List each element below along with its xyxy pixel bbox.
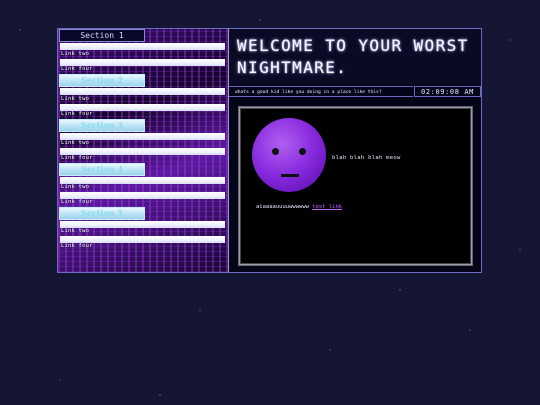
content-box: blah blah blah meow aiaaaauuuuwwwwww tes…: [239, 107, 472, 265]
section-2-header[interactable]: Section 2: [60, 75, 144, 86]
section-4-link-four[interactable]: Link four: [61, 199, 93, 206]
header-banner: WELCOME TO YOUR WORST NIGHTMARE.: [229, 29, 481, 85]
section-5-link-four[interactable]: Link four: [61, 243, 93, 250]
left-eye: [272, 148, 279, 155]
sidebar-nav: Section 1 Link two Link four Section 2 L…: [57, 28, 228, 273]
page-title: WELCOME TO YOUR WORST NIGHTMARE.: [237, 36, 469, 77]
link-bar-2a: [60, 88, 225, 95]
mouth: [281, 174, 299, 177]
link-bar-2b: [60, 104, 225, 111]
section-5-header[interactable]: Section 5: [60, 208, 144, 219]
section-3-header[interactable]: Section 3: [60, 120, 144, 131]
right-eye: [299, 148, 306, 155]
link-bar-1b: [60, 59, 225, 66]
scream-text: aiaaaauuuuwwwwww: [256, 204, 309, 210]
section-3-link-two[interactable]: Link two: [61, 140, 89, 147]
section-3-link-four[interactable]: Link four: [61, 155, 93, 162]
section-1-link-two[interactable]: Link two: [61, 51, 89, 58]
link-bar-1a: [60, 43, 225, 50]
link-bar-3a: [60, 133, 225, 140]
link-bar-5b: [60, 236, 225, 243]
link-bar-4a: [60, 177, 225, 184]
blah-text: blah blah blah meow: [332, 155, 401, 161]
test-link[interactable]: test link: [312, 204, 342, 210]
link-bar-4b: [60, 192, 225, 199]
clock-display: 02:09:08 AM: [414, 86, 481, 97]
scream-line: aiaaaauuuuwwwwww test link: [256, 204, 342, 210]
section-5-link-two[interactable]: Link two: [61, 228, 89, 235]
section-2-link-four[interactable]: Link four: [61, 111, 93, 118]
section-1-link-four[interactable]: Link four: [61, 66, 93, 73]
tagline: whats a good kid like you doing in a pla…: [229, 86, 413, 97]
section-2-link-two[interactable]: Link two: [61, 96, 89, 103]
section-4-header[interactable]: Section 4: [60, 164, 144, 175]
link-bar-3b: [60, 148, 225, 155]
section-4-link-two[interactable]: Link two: [61, 184, 89, 191]
main-panel: WELCOME TO YOUR WORST NIGHTMARE. whats a…: [228, 28, 482, 273]
purple-face-image: [252, 118, 326, 192]
section-1-header[interactable]: Section 1: [60, 30, 144, 41]
link-bar-5a: [60, 221, 225, 228]
